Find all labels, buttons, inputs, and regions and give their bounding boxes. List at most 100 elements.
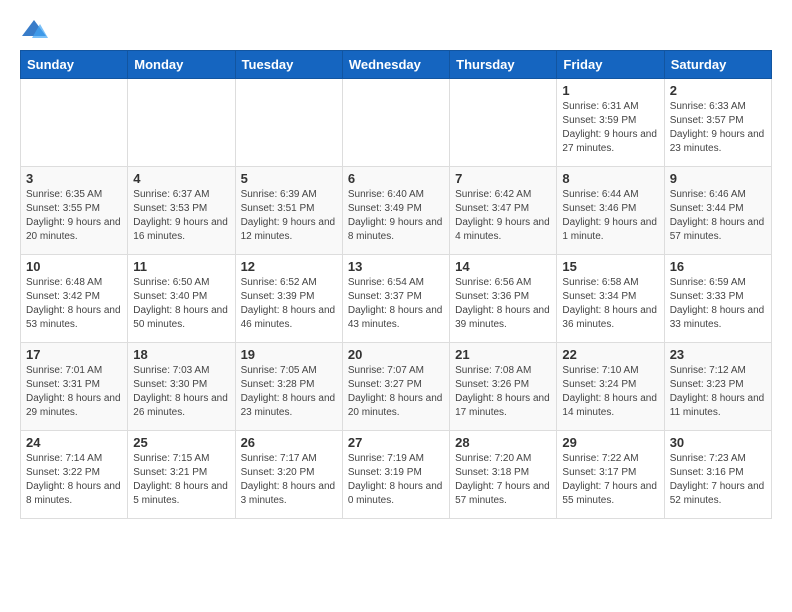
calendar-cell: 18Sunrise: 7:03 AMSunset: 3:30 PMDayligh… <box>128 343 235 431</box>
day-number: 10 <box>26 259 122 274</box>
weekday-sunday: Sunday <box>21 51 128 79</box>
calendar-cell <box>342 79 449 167</box>
calendar-cell <box>235 79 342 167</box>
day-info: Sunrise: 6:50 AMSunset: 3:40 PMDaylight:… <box>133 276 229 332</box>
weekday-friday: Friday <box>557 51 664 79</box>
day-info: Sunrise: 6:40 AMSunset: 3:49 PMDaylight:… <box>348 188 444 244</box>
day-number: 5 <box>241 171 337 186</box>
calendar-cell <box>450 79 557 167</box>
day-info: Sunrise: 6:44 AMSunset: 3:46 PMDaylight:… <box>562 188 658 244</box>
day-info: Sunrise: 6:56 AMSunset: 3:36 PMDaylight:… <box>455 276 551 332</box>
day-number: 17 <box>26 347 122 362</box>
calendar-cell: 6Sunrise: 6:40 AMSunset: 3:49 PMDaylight… <box>342 167 449 255</box>
day-number: 26 <box>241 435 337 450</box>
calendar-cell: 16 Sunrise: 6:59 AMSunset: 3:33 PMDayligh… <box>664 255 771 343</box>
calendar-cell: 11 Sunrise: 6:50 AMSunset: 3:40 PMDayligh… <box>128 255 235 343</box>
day-info: Sunrise: 7:10 AMSunset: 3:24 PMDaylight:… <box>562 364 658 420</box>
header <box>20 16 772 44</box>
calendar-cell: 27Sunrise: 7:19 AMSunset: 3:19 PMDayligh… <box>342 431 449 519</box>
week-row-1: 3 Sunrise: 6:35 AMSunset: 3:55 PMDaylight… <box>21 167 772 255</box>
day-number: 16 <box>670 259 766 274</box>
calendar-cell: 15 Sunrise: 6:58 AMSunset: 3:34 PMDayligh… <box>557 255 664 343</box>
day-number: 1 <box>562 83 658 98</box>
day-info: Sunrise: 7:14 AMSunset: 3:22 PMDaylight:… <box>26 452 122 508</box>
day-info: Sunrise: 6:59 AMSunset: 3:33 PMDaylight:… <box>670 276 766 332</box>
calendar-cell: 24 Sunrise: 7:14 AMSunset: 3:22 PMDayligh… <box>21 431 128 519</box>
day-number: 4 <box>133 171 229 186</box>
day-info: Sunrise: 7:08 AMSunset: 3:26 PMDaylight:… <box>455 364 551 420</box>
calendar-cell: 14 Sunrise: 6:56 AMSunset: 3:36 PMDayligh… <box>450 255 557 343</box>
day-info: Sunrise: 6:31 AMSunset: 3:59 PMDaylight:… <box>562 100 658 156</box>
day-number: 30 <box>670 435 766 450</box>
calendar-cell: 1 Sunrise: 6:31 AMSunset: 3:59 PMDaylight… <box>557 79 664 167</box>
day-info: Sunrise: 7:12 AMSunset: 3:23 PMDaylight:… <box>670 364 766 420</box>
calendar-cell: 7 Sunrise: 6:42 AMSunset: 3:47 PMDaylight… <box>450 167 557 255</box>
calendar-cell: 30 Sunrise: 7:23 AMSunset: 3:16 PMDayligh… <box>664 431 771 519</box>
day-info: Sunrise: 7:15 AMSunset: 3:21 PMDaylight:… <box>133 452 229 508</box>
day-number: 28 <box>455 435 551 450</box>
day-info: Sunrise: 7:23 AMSunset: 3:16 PMDaylight:… <box>670 452 766 508</box>
weekday-saturday: Saturday <box>664 51 771 79</box>
day-number: 29 <box>562 435 658 450</box>
calendar-cell: 29 Sunrise: 7:22 AMSunset: 3:17 PMDayligh… <box>557 431 664 519</box>
weekday-wednesday: Wednesday <box>342 51 449 79</box>
day-info: Sunrise: 7:01 AMSunset: 3:31 PMDaylight:… <box>26 364 122 420</box>
calendar-cell: 17 Sunrise: 7:01 AMSunset: 3:31 PMDayligh… <box>21 343 128 431</box>
calendar-cell: 4 Sunrise: 6:37 AMSunset: 3:53 PMDaylight… <box>128 167 235 255</box>
calendar-cell: 25Sunrise: 7:15 AMSunset: 3:21 PMDayligh… <box>128 431 235 519</box>
calendar-cell: 20Sunrise: 7:07 AMSunset: 3:27 PMDayligh… <box>342 343 449 431</box>
day-number: 3 <box>26 171 122 186</box>
day-info: Sunrise: 6:58 AMSunset: 3:34 PMDaylight:… <box>562 276 658 332</box>
calendar-cell: 9 Sunrise: 6:46 AMSunset: 3:44 PMDaylight… <box>664 167 771 255</box>
day-number: 15 <box>562 259 658 274</box>
day-number: 12 <box>241 259 337 274</box>
calendar-cell: 13Sunrise: 6:54 AMSunset: 3:37 PMDayligh… <box>342 255 449 343</box>
calendar-cell <box>21 79 128 167</box>
day-number: 8 <box>562 171 658 186</box>
day-number: 7 <box>455 171 551 186</box>
day-info: Sunrise: 7:22 AMSunset: 3:17 PMDaylight:… <box>562 452 658 508</box>
day-number: 11 <box>133 259 229 274</box>
day-info: Sunrise: 6:33 AMSunset: 3:57 PMDaylight:… <box>670 100 766 156</box>
logo <box>20 16 52 44</box>
page: SundayMondayTuesdayWednesdayThursdayFrid… <box>0 0 792 529</box>
weekday-tuesday: Tuesday <box>235 51 342 79</box>
calendar-cell: 8 Sunrise: 6:44 AMSunset: 3:46 PMDaylight… <box>557 167 664 255</box>
week-row-2: 10 Sunrise: 6:48 AMSunset: 3:42 PMDayligh… <box>21 255 772 343</box>
logo-icon <box>20 16 48 44</box>
day-info: Sunrise: 6:48 AMSunset: 3:42 PMDaylight:… <box>26 276 122 332</box>
weekday-thursday: Thursday <box>450 51 557 79</box>
day-info: Sunrise: 7:03 AMSunset: 3:30 PMDaylight:… <box>133 364 229 420</box>
day-number: 9 <box>670 171 766 186</box>
week-row-3: 17 Sunrise: 7:01 AMSunset: 3:31 PMDayligh… <box>21 343 772 431</box>
day-number: 14 <box>455 259 551 274</box>
day-info: Sunrise: 6:37 AMSunset: 3:53 PMDaylight:… <box>133 188 229 244</box>
calendar-cell: 10 Sunrise: 6:48 AMSunset: 3:42 PMDayligh… <box>21 255 128 343</box>
day-info: Sunrise: 6:52 AMSunset: 3:39 PMDaylight:… <box>241 276 337 332</box>
day-info: Sunrise: 7:05 AMSunset: 3:28 PMDaylight:… <box>241 364 337 420</box>
day-info: Sunrise: 6:54 AMSunset: 3:37 PMDaylight:… <box>348 276 444 332</box>
day-info: Sunrise: 6:35 AMSunset: 3:55 PMDaylight:… <box>26 188 122 244</box>
calendar-table: SundayMondayTuesdayWednesdayThursdayFrid… <box>20 50 772 519</box>
weekday-monday: Monday <box>128 51 235 79</box>
day-info: Sunrise: 7:17 AMSunset: 3:20 PMDaylight:… <box>241 452 337 508</box>
calendar-cell: 22 Sunrise: 7:10 AMSunset: 3:24 PMDayligh… <box>557 343 664 431</box>
calendar-cell <box>128 79 235 167</box>
day-number: 23 <box>670 347 766 362</box>
calendar-cell: 21 Sunrise: 7:08 AMSunset: 3:26 PMDayligh… <box>450 343 557 431</box>
calendar-cell: 2 Sunrise: 6:33 AMSunset: 3:57 PMDaylight… <box>664 79 771 167</box>
day-info: Sunrise: 7:20 AMSunset: 3:18 PMDaylight:… <box>455 452 551 508</box>
day-number: 24 <box>26 435 122 450</box>
week-row-4: 24 Sunrise: 7:14 AMSunset: 3:22 PMDayligh… <box>21 431 772 519</box>
day-number: 20 <box>348 347 444 362</box>
day-info: Sunrise: 6:42 AMSunset: 3:47 PMDaylight:… <box>455 188 551 244</box>
day-number: 2 <box>670 83 766 98</box>
day-info: Sunrise: 7:19 AMSunset: 3:19 PMDaylight:… <box>348 452 444 508</box>
day-number: 22 <box>562 347 658 362</box>
day-number: 21 <box>455 347 551 362</box>
calendar-cell: 19Sunrise: 7:05 AMSunset: 3:28 PMDayligh… <box>235 343 342 431</box>
day-info: Sunrise: 6:46 AMSunset: 3:44 PMDaylight:… <box>670 188 766 244</box>
weekday-header-row: SundayMondayTuesdayWednesdayThursdayFrid… <box>21 51 772 79</box>
week-row-0: 1 Sunrise: 6:31 AMSunset: 3:59 PMDaylight… <box>21 79 772 167</box>
day-info: Sunrise: 6:39 AMSunset: 3:51 PMDaylight:… <box>241 188 337 244</box>
